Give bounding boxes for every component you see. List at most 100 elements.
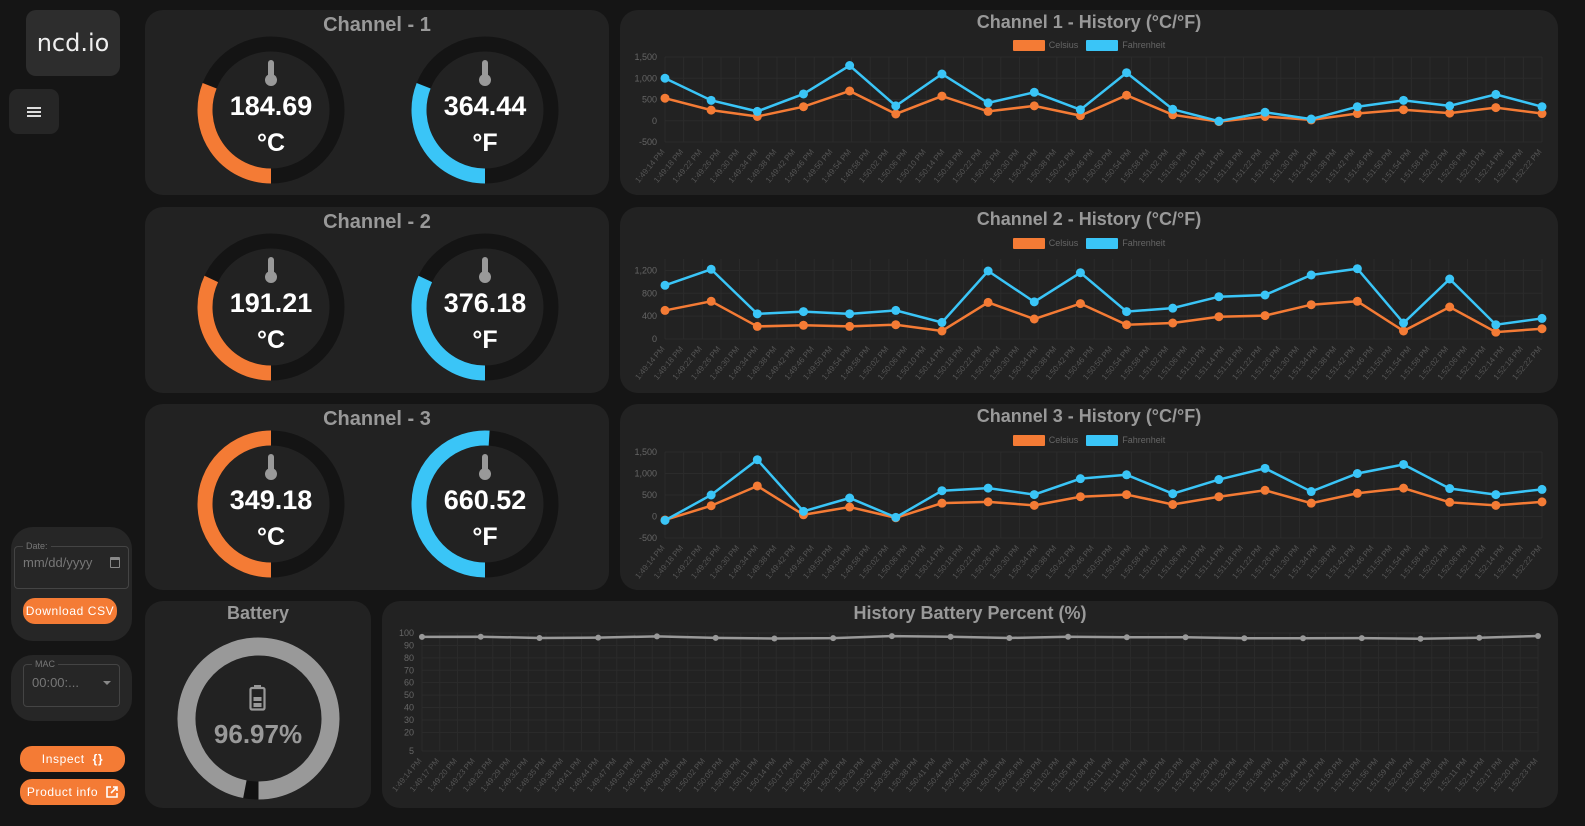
data-point-celsius[interactable] bbox=[1399, 105, 1409, 115]
data-point-battery[interactable] bbox=[1123, 634, 1130, 641]
data-point-fahrenheit[interactable] bbox=[937, 69, 947, 79]
inspect-button[interactable]: Inspect {} bbox=[20, 746, 125, 772]
data-point-battery[interactable] bbox=[830, 635, 837, 642]
data-point-fahrenheit[interactable] bbox=[752, 309, 762, 319]
data-point-fahrenheit[interactable] bbox=[706, 490, 716, 500]
data-point-fahrenheit[interactable] bbox=[1029, 297, 1039, 307]
data-point-celsius[interactable] bbox=[1029, 101, 1039, 111]
data-point-fahrenheit[interactable] bbox=[1537, 484, 1547, 494]
data-point-celsius[interactable] bbox=[1260, 485, 1270, 495]
date-input[interactable]: mm/dd/yyyy bbox=[23, 555, 92, 570]
data-point-fahrenheit[interactable] bbox=[1075, 105, 1085, 115]
data-point-fahrenheit[interactable] bbox=[1352, 469, 1362, 478]
data-point-fahrenheit[interactable] bbox=[1306, 487, 1316, 497]
data-point-fahrenheit[interactable] bbox=[1491, 320, 1501, 330]
data-point-celsius[interactable] bbox=[1075, 299, 1085, 309]
data-point-celsius[interactable] bbox=[983, 106, 993, 116]
data-point-celsius[interactable] bbox=[1168, 499, 1178, 509]
data-point-fahrenheit[interactable] bbox=[1399, 318, 1409, 328]
data-point-celsius[interactable] bbox=[845, 86, 855, 96]
data-point-celsius[interactable] bbox=[1306, 300, 1316, 310]
data-point-fahrenheit[interactable] bbox=[1214, 116, 1224, 126]
data-point-celsius[interactable] bbox=[660, 93, 670, 103]
data-point-fahrenheit[interactable] bbox=[1260, 463, 1270, 473]
product-info-button[interactable]: Product info bbox=[20, 779, 125, 805]
data-point-battery[interactable] bbox=[1358, 635, 1365, 642]
calendar-icon[interactable] bbox=[110, 557, 120, 568]
data-point-fahrenheit[interactable] bbox=[1260, 290, 1270, 300]
data-point-fahrenheit[interactable] bbox=[845, 493, 855, 503]
data-point-celsius[interactable] bbox=[983, 297, 993, 307]
data-point-battery[interactable] bbox=[1006, 634, 1013, 641]
data-point-celsius[interactable] bbox=[1352, 488, 1362, 498]
data-point-celsius[interactable] bbox=[752, 321, 762, 331]
data-point-fahrenheit[interactable] bbox=[845, 61, 855, 70]
data-point-celsius[interactable] bbox=[1029, 500, 1039, 510]
data-point-celsius[interactable] bbox=[1214, 312, 1224, 322]
data-point-celsius[interactable] bbox=[1399, 326, 1409, 336]
data-point-fahrenheit[interactable] bbox=[798, 89, 808, 99]
data-point-fahrenheit[interactable] bbox=[660, 73, 670, 83]
data-point-celsius[interactable] bbox=[1445, 497, 1455, 507]
data-point-fahrenheit[interactable] bbox=[1168, 489, 1178, 499]
data-point-fahrenheit[interactable] bbox=[1168, 104, 1178, 114]
data-point-fahrenheit[interactable] bbox=[1537, 102, 1547, 112]
data-point-fahrenheit[interactable] bbox=[1306, 114, 1316, 124]
mac-select[interactable]: MAC 00:00:... bbox=[23, 659, 120, 707]
data-point-fahrenheit[interactable] bbox=[1075, 268, 1085, 278]
data-point-celsius[interactable] bbox=[1260, 311, 1270, 321]
data-point-celsius[interactable] bbox=[1491, 500, 1501, 510]
data-point-battery[interactable] bbox=[888, 633, 895, 640]
data-point-celsius[interactable] bbox=[1352, 296, 1362, 306]
data-point-battery[interactable] bbox=[1476, 634, 1483, 641]
data-point-celsius[interactable] bbox=[1537, 497, 1547, 507]
data-point-fahrenheit[interactable] bbox=[706, 264, 716, 274]
data-point-celsius[interactable] bbox=[1537, 324, 1547, 334]
data-point-fahrenheit[interactable] bbox=[983, 98, 993, 108]
data-point-battery[interactable] bbox=[1535, 632, 1541, 639]
data-point-celsius[interactable] bbox=[937, 91, 947, 101]
data-point-celsius[interactable] bbox=[1122, 90, 1132, 100]
data-point-fahrenheit[interactable] bbox=[937, 317, 947, 327]
data-point-battery[interactable] bbox=[1182, 634, 1189, 641]
data-point-celsius[interactable] bbox=[706, 105, 716, 115]
data-point-celsius[interactable] bbox=[1122, 320, 1132, 330]
data-point-fahrenheit[interactable] bbox=[1214, 292, 1224, 302]
data-point-fahrenheit[interactable] bbox=[983, 483, 993, 493]
data-point-celsius[interactable] bbox=[752, 481, 762, 491]
data-point-celsius[interactable] bbox=[937, 326, 947, 336]
data-point-fahrenheit[interactable] bbox=[983, 266, 993, 276]
data-point-celsius[interactable] bbox=[1168, 318, 1178, 328]
data-point-battery[interactable] bbox=[653, 633, 660, 640]
data-point-celsius[interactable] bbox=[660, 305, 670, 315]
data-point-celsius[interactable] bbox=[1122, 490, 1132, 500]
data-point-battery[interactable] bbox=[477, 633, 484, 640]
data-point-fahrenheit[interactable] bbox=[891, 305, 901, 315]
data-point-fahrenheit[interactable] bbox=[1029, 490, 1039, 500]
data-point-fahrenheit[interactable] bbox=[1122, 307, 1132, 317]
data-point-fahrenheit[interactable] bbox=[845, 309, 855, 319]
data-point-battery[interactable] bbox=[947, 633, 954, 640]
data-point-celsius[interactable] bbox=[706, 296, 716, 306]
data-point-fahrenheit[interactable] bbox=[706, 95, 716, 105]
data-point-fahrenheit[interactable] bbox=[1029, 87, 1039, 97]
data-point-fahrenheit[interactable] bbox=[1537, 313, 1547, 323]
data-point-battery[interactable] bbox=[536, 634, 543, 641]
data-point-fahrenheit[interactable] bbox=[1445, 484, 1455, 494]
data-point-celsius[interactable] bbox=[891, 109, 901, 119]
data-point-fahrenheit[interactable] bbox=[660, 515, 670, 525]
data-point-battery[interactable] bbox=[1065, 633, 1072, 640]
download-csv-button[interactable]: Download CSV bbox=[23, 598, 117, 624]
data-point-fahrenheit[interactable] bbox=[1260, 107, 1270, 117]
date-field[interactable]: Date: mm/dd/yyyy bbox=[14, 541, 129, 589]
data-point-fahrenheit[interactable] bbox=[752, 106, 762, 116]
data-point-battery[interactable] bbox=[1417, 635, 1424, 642]
data-point-fahrenheit[interactable] bbox=[1445, 274, 1455, 284]
data-point-fahrenheit[interactable] bbox=[1399, 459, 1409, 469]
data-point-celsius[interactable] bbox=[1491, 103, 1501, 113]
data-point-battery[interactable] bbox=[419, 633, 425, 640]
data-point-battery[interactable] bbox=[712, 634, 719, 641]
menu-button[interactable] bbox=[9, 89, 59, 134]
data-point-celsius[interactable] bbox=[1029, 314, 1039, 324]
data-point-fahrenheit[interactable] bbox=[1399, 95, 1409, 105]
